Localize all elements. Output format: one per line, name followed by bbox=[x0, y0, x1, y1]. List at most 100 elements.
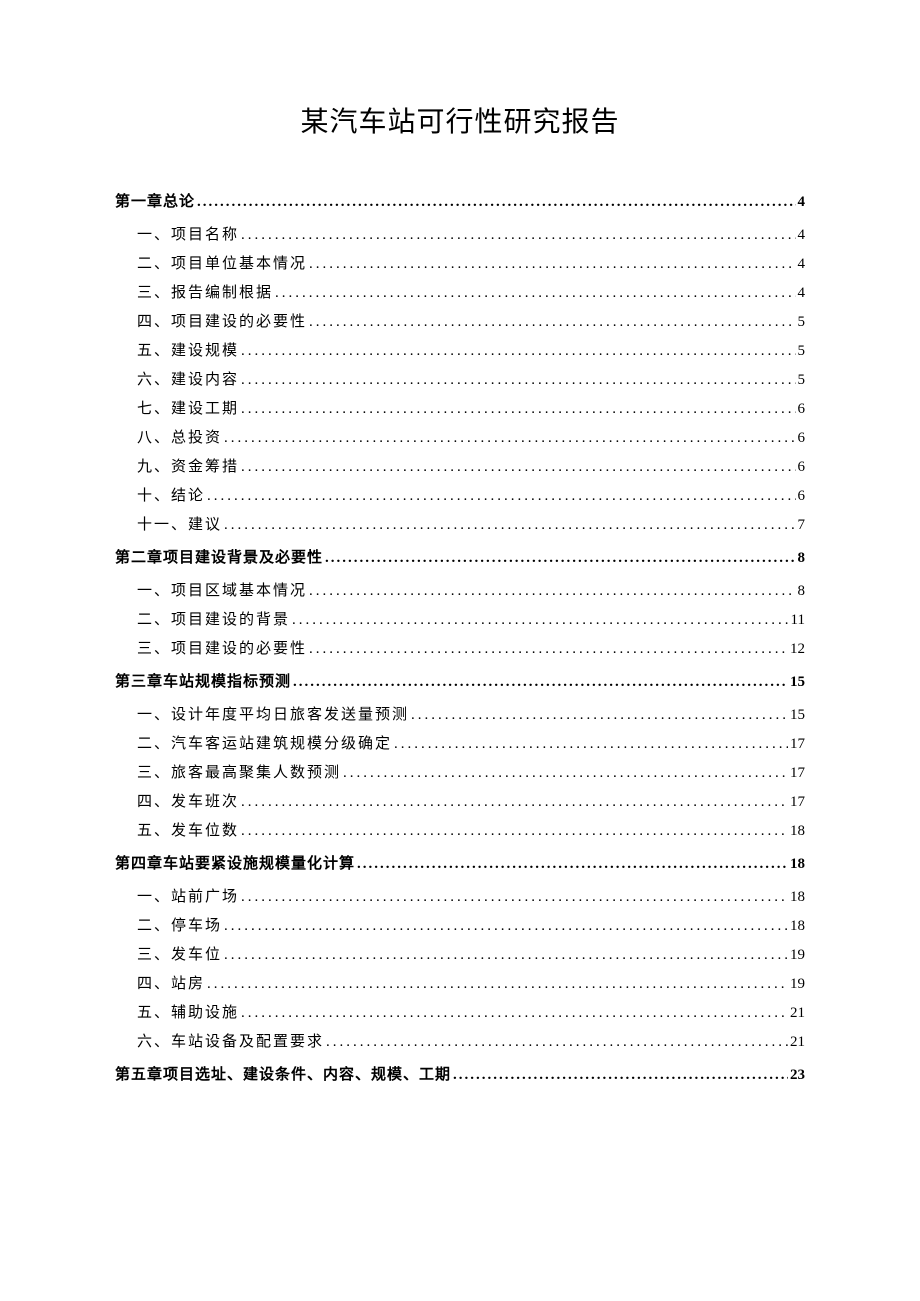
toc-leader-dots: ........................................… bbox=[241, 373, 795, 388]
toc-entry-page: 19 bbox=[790, 948, 805, 963]
toc-section-entry: 五、发车位数..................................… bbox=[137, 824, 805, 839]
toc-entry-label: 五、发车位数 bbox=[137, 824, 239, 839]
toc-entry-page: 4 bbox=[798, 257, 806, 272]
toc-entry-label: 五、建设规模 bbox=[137, 344, 239, 359]
toc-leader-dots: ........................................… bbox=[241, 228, 795, 243]
toc-entry-label: 第五章项目选址、建设条件、内容、规模、工期 bbox=[115, 1068, 451, 1083]
toc-entry-label: 一、项目名称 bbox=[137, 228, 239, 243]
toc-entry-label: 第一章总论 bbox=[115, 195, 195, 210]
toc-section-entry: 二、项目单位基本情况..............................… bbox=[137, 257, 805, 272]
toc-leader-dots: ........................................… bbox=[207, 489, 795, 504]
toc-entry-label: 三、旅客最高聚集人数预测 bbox=[137, 766, 341, 781]
toc-section-entry: 三、项目建设的必要性..............................… bbox=[137, 642, 805, 657]
toc-entry-page: 6 bbox=[798, 489, 806, 504]
toc-entry-page: 17 bbox=[790, 737, 805, 752]
toc-section-entry: 五、辅助设施..................................… bbox=[137, 1006, 805, 1021]
toc-entry-label: 八、总投资 bbox=[137, 431, 222, 446]
toc-chapter-entry: 第三章车站规模指标预测.............................… bbox=[115, 675, 805, 690]
toc-leader-dots: ........................................… bbox=[293, 675, 788, 690]
toc-leader-dots: ........................................… bbox=[309, 584, 795, 599]
toc-section-entry: 三、报告编制根据................................… bbox=[137, 286, 805, 301]
toc-entry-page: 19 bbox=[790, 977, 805, 992]
toc-entry-label: 四、站房 bbox=[137, 977, 205, 992]
toc-chapter-entry: 第一章总论...................................… bbox=[115, 195, 805, 210]
toc-section-entry: 五、建设规模..................................… bbox=[137, 344, 805, 359]
toc-leader-dots: ........................................… bbox=[241, 344, 795, 359]
toc-entry-label: 三、报告编制根据 bbox=[137, 286, 273, 301]
toc-section-entry: 一、项目区域基本情况..............................… bbox=[137, 584, 805, 599]
toc-entry-page: 17 bbox=[790, 766, 805, 781]
toc-chapter-entry: 第五章项目选址、建设条件、内容、规模、工期...................… bbox=[115, 1068, 805, 1083]
toc-section-entry: 一、项目名称..................................… bbox=[137, 228, 805, 243]
toc-entry-label: 三、发车位 bbox=[137, 948, 222, 963]
toc-entry-page: 15 bbox=[790, 675, 805, 690]
toc-section-entry: 七、建设工期..................................… bbox=[137, 402, 805, 417]
toc-entry-page: 23 bbox=[790, 1068, 805, 1083]
toc-section-entry: 二、停车场...................................… bbox=[137, 919, 805, 934]
toc-section-entry: 三、发车位...................................… bbox=[137, 948, 805, 963]
toc-entry-label: 第二章项目建设背景及必要性 bbox=[115, 551, 323, 566]
toc-leader-dots: ........................................… bbox=[275, 286, 795, 301]
toc-leader-dots: ........................................… bbox=[343, 766, 788, 781]
toc-leader-dots: ........................................… bbox=[224, 518, 795, 533]
toc-leader-dots: ........................................… bbox=[241, 890, 788, 905]
toc-entry-label: 一、设计年度平均日旅客发送量预测 bbox=[137, 708, 409, 723]
toc-entry-label: 六、车站设备及配置要求 bbox=[137, 1035, 324, 1050]
toc-entry-page: 4 bbox=[798, 228, 806, 243]
toc-entry-label: 三、项目建设的必要性 bbox=[137, 642, 307, 657]
toc-section-entry: 十一、建议...................................… bbox=[137, 518, 805, 533]
toc-entry-page: 5 bbox=[798, 315, 806, 330]
toc-section-entry: 六、车站设备及配置要求.............................… bbox=[137, 1035, 805, 1050]
toc-entry-page: 5 bbox=[798, 344, 806, 359]
toc-entry-label: 二、停车场 bbox=[137, 919, 222, 934]
toc-entry-label: 二、汽车客运站建筑规模分级确定 bbox=[137, 737, 392, 752]
toc-entry-page: 6 bbox=[798, 460, 806, 475]
toc-entry-page: 6 bbox=[798, 431, 806, 446]
toc-entry-label: 一、项目区域基本情况 bbox=[137, 584, 307, 599]
toc-section-entry: 四、站房....................................… bbox=[137, 977, 805, 992]
toc-leader-dots: ........................................… bbox=[292, 613, 789, 628]
toc-section-entry: 一、设计年度平均日旅客发送量预测........................… bbox=[137, 708, 805, 723]
toc-entry-label: 第三章车站规模指标预测 bbox=[115, 675, 291, 690]
toc-entry-page: 12 bbox=[790, 642, 805, 657]
toc-leader-dots: ........................................… bbox=[309, 642, 788, 657]
toc-section-entry: 四、项目建设的必要性..............................… bbox=[137, 315, 805, 330]
toc-entry-page: 5 bbox=[798, 373, 806, 388]
toc-entry-label: 九、资金筹措 bbox=[137, 460, 239, 475]
toc-leader-dots: ........................................… bbox=[241, 824, 788, 839]
toc-section-entry: 九、资金筹措..................................… bbox=[137, 460, 805, 475]
toc-leader-dots: ........................................… bbox=[325, 551, 795, 566]
toc-leader-dots: ........................................… bbox=[357, 857, 788, 872]
toc-entry-label: 二、项目建设的背景 bbox=[137, 613, 290, 628]
toc-entry-label: 四、项目建设的必要性 bbox=[137, 315, 307, 330]
toc-entry-page: 4 bbox=[798, 195, 806, 210]
toc-entry-label: 一、站前广场 bbox=[137, 890, 239, 905]
toc-leader-dots: ........................................… bbox=[241, 402, 795, 417]
toc-section-entry: 一、站前广场..................................… bbox=[137, 890, 805, 905]
table-of-contents: 第一章总论...................................… bbox=[115, 195, 805, 1083]
toc-entry-page: 15 bbox=[790, 708, 805, 723]
toc-entry-label: 十一、建议 bbox=[137, 518, 222, 533]
toc-entry-page: 18 bbox=[790, 890, 805, 905]
toc-leader-dots: ........................................… bbox=[241, 795, 788, 810]
toc-entry-page: 18 bbox=[790, 824, 805, 839]
toc-leader-dots: ........................................… bbox=[224, 431, 795, 446]
toc-leader-dots: ........................................… bbox=[224, 948, 788, 963]
toc-entry-page: 21 bbox=[790, 1006, 805, 1021]
toc-entry-page: 4 bbox=[798, 286, 806, 301]
toc-entry-page: 18 bbox=[790, 857, 805, 872]
toc-entry-label: 四、发车班次 bbox=[137, 795, 239, 810]
toc-entry-page: 7 bbox=[798, 518, 806, 533]
toc-leader-dots: ........................................… bbox=[207, 977, 788, 992]
toc-leader-dots: ........................................… bbox=[309, 257, 795, 272]
toc-entry-label: 六、建设内容 bbox=[137, 373, 239, 388]
toc-leader-dots: ........................................… bbox=[197, 195, 795, 210]
toc-chapter-entry: 第四章车站要紧设施规模量化计算.........................… bbox=[115, 857, 805, 872]
document-title: 某汽车站可行性研究报告 bbox=[115, 100, 805, 140]
toc-entry-page: 11 bbox=[791, 613, 805, 628]
toc-entry-page: 8 bbox=[798, 551, 806, 566]
toc-section-entry: 三、旅客最高聚集人数预测............................… bbox=[137, 766, 805, 781]
toc-leader-dots: ........................................… bbox=[394, 737, 788, 752]
toc-entry-label: 十、结论 bbox=[137, 489, 205, 504]
toc-leader-dots: ........................................… bbox=[453, 1068, 788, 1083]
